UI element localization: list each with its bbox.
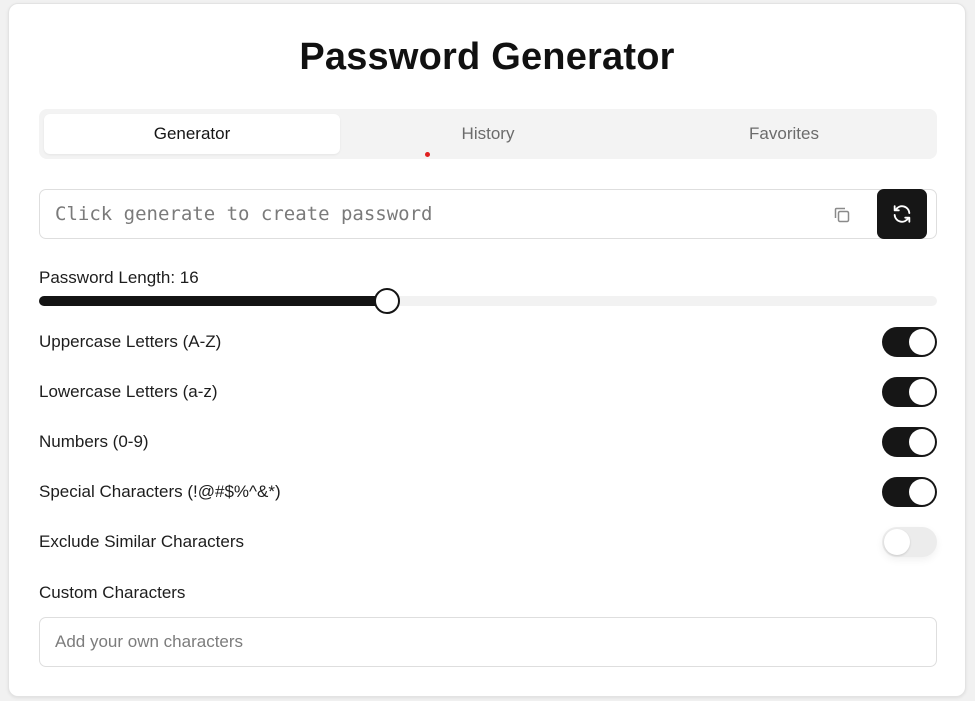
page-title: Password Generator xyxy=(299,36,675,78)
option-exclude-similar-label: Exclude Similar Characters xyxy=(39,532,245,551)
option-uppercase: Uppercase Letters (A-Z) xyxy=(39,327,937,357)
option-lowercase-label: Lowercase Letters (a-z) xyxy=(39,382,218,401)
numbers-toggle[interactable] xyxy=(882,427,937,457)
length-slider-fill xyxy=(39,296,387,306)
option-lowercase: Lowercase Letters (a-z) xyxy=(39,377,937,407)
tab-favorites[interactable]: Favorites xyxy=(636,114,932,154)
toggle-knob xyxy=(909,329,935,355)
tab-generator[interactable]: Generator xyxy=(44,114,340,154)
indicator-dot xyxy=(425,152,430,157)
copy-button[interactable] xyxy=(825,200,859,230)
toggle-knob xyxy=(909,479,935,505)
tab-history[interactable]: History xyxy=(340,114,636,154)
copy-icon xyxy=(834,207,850,223)
option-exclude-similar: Exclude Similar Characters xyxy=(39,527,937,557)
generator-card: Password Generator Generator History Fav… xyxy=(8,3,966,697)
toggle-knob xyxy=(909,429,935,455)
lowercase-toggle[interactable] xyxy=(882,377,937,407)
option-uppercase-label: Uppercase Letters (A-Z) xyxy=(39,332,222,351)
refresh-icon xyxy=(893,205,911,223)
custom-characters-input[interactable] xyxy=(39,617,937,667)
special-toggle[interactable] xyxy=(882,477,937,507)
password-length-label: Password Length: 16 xyxy=(39,268,199,287)
toggle-knob xyxy=(884,529,910,555)
exclude-similar-toggle[interactable] xyxy=(882,527,937,557)
length-slider-track[interactable] xyxy=(39,288,937,314)
option-special-label: Special Characters (!@#$%^&*) xyxy=(39,482,281,501)
generate-button[interactable] xyxy=(877,189,927,239)
tab-bar: Generator History Favorites xyxy=(39,109,937,159)
password-output-field[interactable] xyxy=(40,190,820,238)
uppercase-toggle[interactable] xyxy=(882,327,937,357)
length-slider-thumb[interactable] xyxy=(373,288,400,314)
password-output-box xyxy=(39,189,937,239)
option-special: Special Characters (!@#$%^&*) xyxy=(39,477,937,507)
option-numbers-label: Numbers (0-9) xyxy=(39,432,149,451)
toggle-knob xyxy=(909,379,935,405)
custom-characters-label: Custom Characters xyxy=(39,583,186,602)
option-numbers: Numbers (0-9) xyxy=(39,427,937,457)
